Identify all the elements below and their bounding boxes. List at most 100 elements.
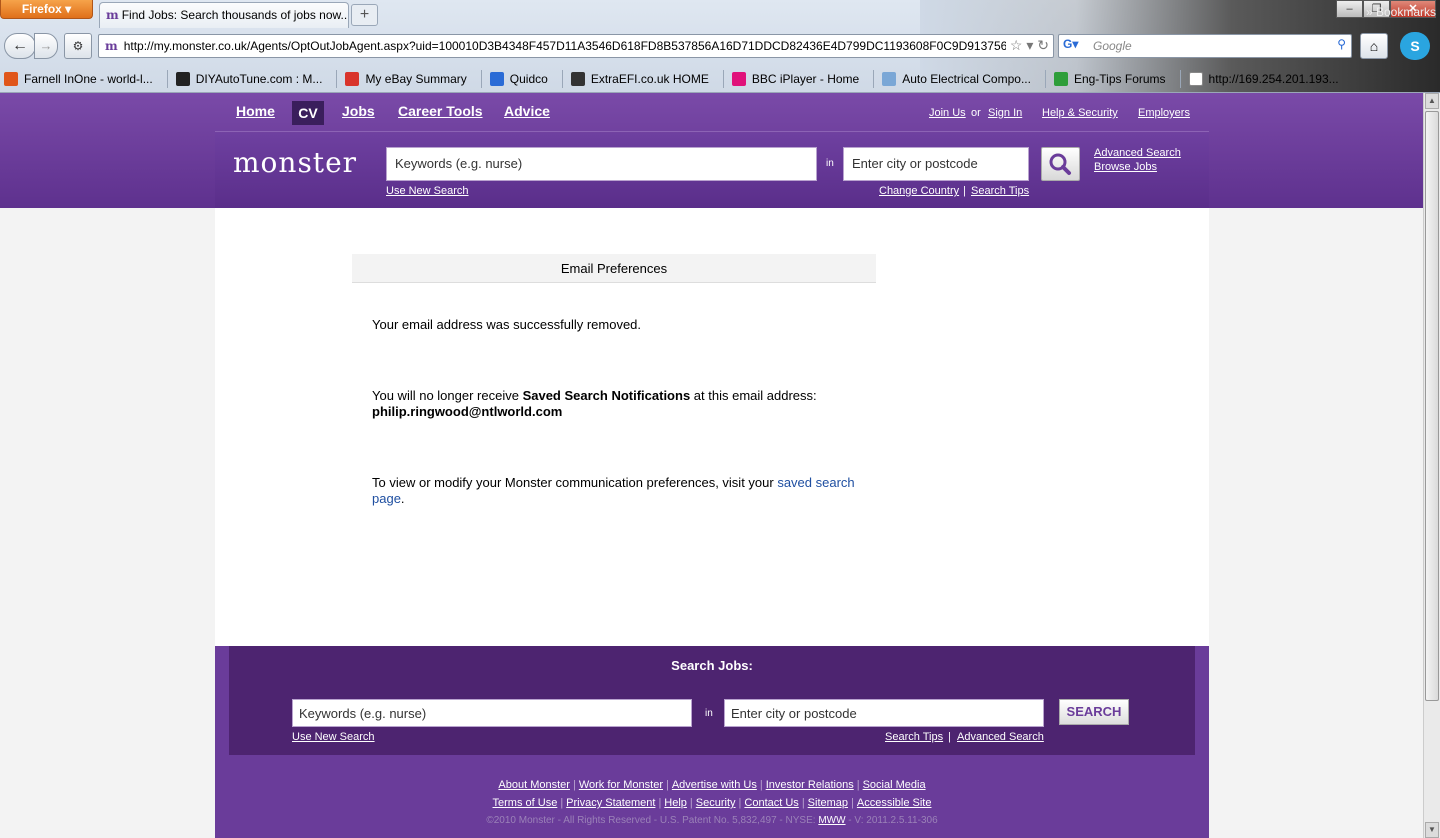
page-content: Home CV Jobs Career Tools Advice Join Us… <box>0 93 1423 838</box>
search-icon[interactable]: ⚲ <box>1337 37 1346 51</box>
footer-links-primary: About Monster | Work for Monster | Advertise… <box>498 779 926 791</box>
change-country-link[interactable]: Change Country <box>879 185 959 197</box>
bookmark-separator <box>480 70 482 88</box>
search-button[interactable] <box>1041 147 1080 181</box>
minimize-icon[interactable]: ‒ <box>1336 0 1363 18</box>
email-address: philip.ringwood@ntlworld.com <box>372 404 563 419</box>
bookmarks-menu[interactable]: » Bookmarks <box>1366 5 1436 19</box>
bookmark-item[interactable]: BBC iPlayer - Home <box>731 72 859 86</box>
footer-link[interactable]: Accessible Site <box>857 797 932 809</box>
saved-search-notifications-text: Saved Search Notifications <box>522 388 691 403</box>
help-security-link[interactable]: Help & Security <box>1042 107 1118 119</box>
footer-link[interactable]: Work for Monster <box>579 779 663 791</box>
in-label: in <box>826 158 834 169</box>
footer-search: Search Jobs: Keywords (e.g. nurse) in En… <box>229 646 1195 755</box>
search-box[interactable]: G▾ Google ⚲ <box>1058 34 1352 58</box>
footer-link[interactable]: Help <box>664 797 687 809</box>
bookmarks-toolbar: Farnell InOne - world-l... DIYAutoTune.co… <box>0 66 1440 92</box>
firefox-menu-button[interactable]: Firefox ▾ <box>0 0 93 19</box>
bookmark-item[interactable]: Auto Electrical Compo... <box>882 72 1031 86</box>
footer-link[interactable]: Contact Us <box>744 797 798 809</box>
scroll-down-icon[interactable]: ▼ <box>1425 822 1439 838</box>
footer-link[interactable]: Security <box>696 797 736 809</box>
keywords-input[interactable]: Keywords (e.g. nurse) <box>386 147 817 181</box>
footer-link[interactable]: Investor Relations <box>766 779 854 791</box>
back-button[interactable]: ← <box>4 33 36 59</box>
top-navigation: Home CV Jobs Career Tools Advice Join Us… <box>215 93 1209 132</box>
copyright: ©2010 Monster - All Rights Reserved - U.… <box>486 815 938 826</box>
bookmark-separator <box>561 70 563 88</box>
scroll-up-icon[interactable]: ▲ <box>1425 93 1439 109</box>
bookmark-item[interactable]: My eBay Summary <box>345 72 467 86</box>
bookmark-item[interactable]: http://169.254.201.193... <box>1188 72 1339 86</box>
google-icon: G▾ <box>1063 37 1079 51</box>
monster-favicon-icon: m <box>105 39 118 53</box>
bookmark-favicon-icon <box>4 72 18 86</box>
bookmark-favicon-icon <box>489 72 504 86</box>
bookmark-favicon-icon <box>731 72 746 86</box>
footer-location-input[interactable]: Enter city or postcode <box>724 699 1044 727</box>
footer-search-tips-link[interactable]: Search Tips <box>885 731 943 743</box>
bookmark-favicon-icon <box>1053 72 1068 86</box>
nav-jobs[interactable]: Jobs <box>342 103 375 119</box>
footer-link[interactable]: About Monster <box>498 779 570 791</box>
nav-advice[interactable]: Advice <box>504 103 550 119</box>
browser-tab[interactable]: m Find Jobs: Search thousands of jobs now… <box>99 2 349 28</box>
footer-link[interactable]: Terms of Use <box>493 797 558 809</box>
footer-in-label: in <box>705 708 713 719</box>
address-bar[interactable]: m http://my.monster.co.uk/Agents/OptOutJo… <box>98 34 1054 58</box>
header-search: monster Keywords (e.g. nurse) in Enter c… <box>215 133 1209 208</box>
bookmark-favicon-icon <box>570 72 585 86</box>
bookmark-label: Quidco <box>509 72 548 86</box>
footer-link[interactable]: Privacy Statement <box>566 797 655 809</box>
footer-keywords-input[interactable]: Keywords (e.g. nurse) <box>292 699 692 727</box>
footer-advanced-search-link[interactable]: Advanced Search <box>957 731 1044 743</box>
footer-use-new-search-link[interactable]: Use New Search <box>292 731 375 743</box>
monster-logo[interactable]: monster <box>233 146 357 179</box>
bookmark-item[interactable]: Quidco <box>489 72 548 86</box>
scrollbar-thumb[interactable] <box>1425 111 1439 701</box>
sign-in-link[interactable]: Sign In <box>988 107 1022 119</box>
bookmark-item[interactable]: DIYAutoTune.com : M... <box>175 72 322 86</box>
footer-links-secondary: Terms of Use | Privacy Statement | Help | Secu… <box>492 797 932 809</box>
bookmark-separator <box>166 70 168 88</box>
bookmark-favicon-icon <box>882 72 897 86</box>
bookmark-star-icon[interactable]: ☆ ▾ ↻ <box>1005 37 1049 54</box>
browse-jobs-link[interactable]: Browse Jobs <box>1094 161 1157 173</box>
bookmark-label: http://169.254.201.193... <box>1208 72 1339 86</box>
bookmark-item[interactable]: ExtraEFI.co.uk HOME <box>570 72 709 86</box>
use-new-search-link[interactable]: Use New Search <box>386 185 469 197</box>
employers-link[interactable]: Employers <box>1138 107 1190 119</box>
removed-message: Your email address was successfully remo… <box>372 317 642 332</box>
home-icon[interactable]: ⌂ <box>1360 33 1388 59</box>
footer-link[interactable]: Social Media <box>863 779 926 791</box>
skype-icon[interactable]: S <box>1400 32 1430 60</box>
nav-home[interactable]: Home <box>236 103 275 119</box>
forward-button[interactable]: → <box>34 33 58 59</box>
search-jobs-title: Search Jobs: <box>671 658 753 673</box>
footer-link[interactable]: Sitemap <box>808 797 848 809</box>
new-tab-button[interactable]: + <box>351 4 378 26</box>
vertical-scrollbar[interactable]: ▲ ▼ <box>1423 93 1440 838</box>
join-us-link[interactable]: Join Us <box>929 107 966 119</box>
tab-title: Find Jobs: Search thousands of jobs now.… <box>121 8 349 22</box>
main-content: Email Preferences Your email address was… <box>215 208 1209 646</box>
bookmark-separator <box>336 70 338 88</box>
ticker-link[interactable]: MWW <box>818 815 845 826</box>
location-input[interactable]: Enter city or postcode <box>843 147 1029 181</box>
bookmark-item[interactable]: Farnell InOne - world-l... <box>4 72 153 86</box>
site-header: Home CV Jobs Career Tools Advice Join Us… <box>0 93 1423 208</box>
site-footer: Search Jobs: Keywords (e.g. nurse) in En… <box>215 646 1209 838</box>
nav-career-tools[interactable]: Career Tools <box>398 103 483 119</box>
url-text: http://my.monster.co.uk/Agents/OptOutJob… <box>123 39 1035 53</box>
email-preferences-panel: Email Preferences <box>352 254 876 283</box>
footer-link[interactable]: Advertise with Us <box>672 779 757 791</box>
bookmark-item[interactable]: Eng-Tips Forums <box>1053 72 1166 86</box>
nav-cv[interactable]: CV <box>292 101 324 125</box>
footer-search-button[interactable]: SEARCH <box>1059 699 1129 725</box>
advanced-search-link[interactable]: Advanced Search <box>1094 147 1181 159</box>
navigation-toolbar: ← → ⚙ m http://my.monster.co.uk/Agents/Op… <box>0 30 1440 62</box>
search-tips-link[interactable]: Search Tips <box>971 185 1029 197</box>
site-identity-icon[interactable]: ⚙ <box>64 33 92 59</box>
bookmark-label: Auto Electrical Compo... <box>902 72 1031 86</box>
